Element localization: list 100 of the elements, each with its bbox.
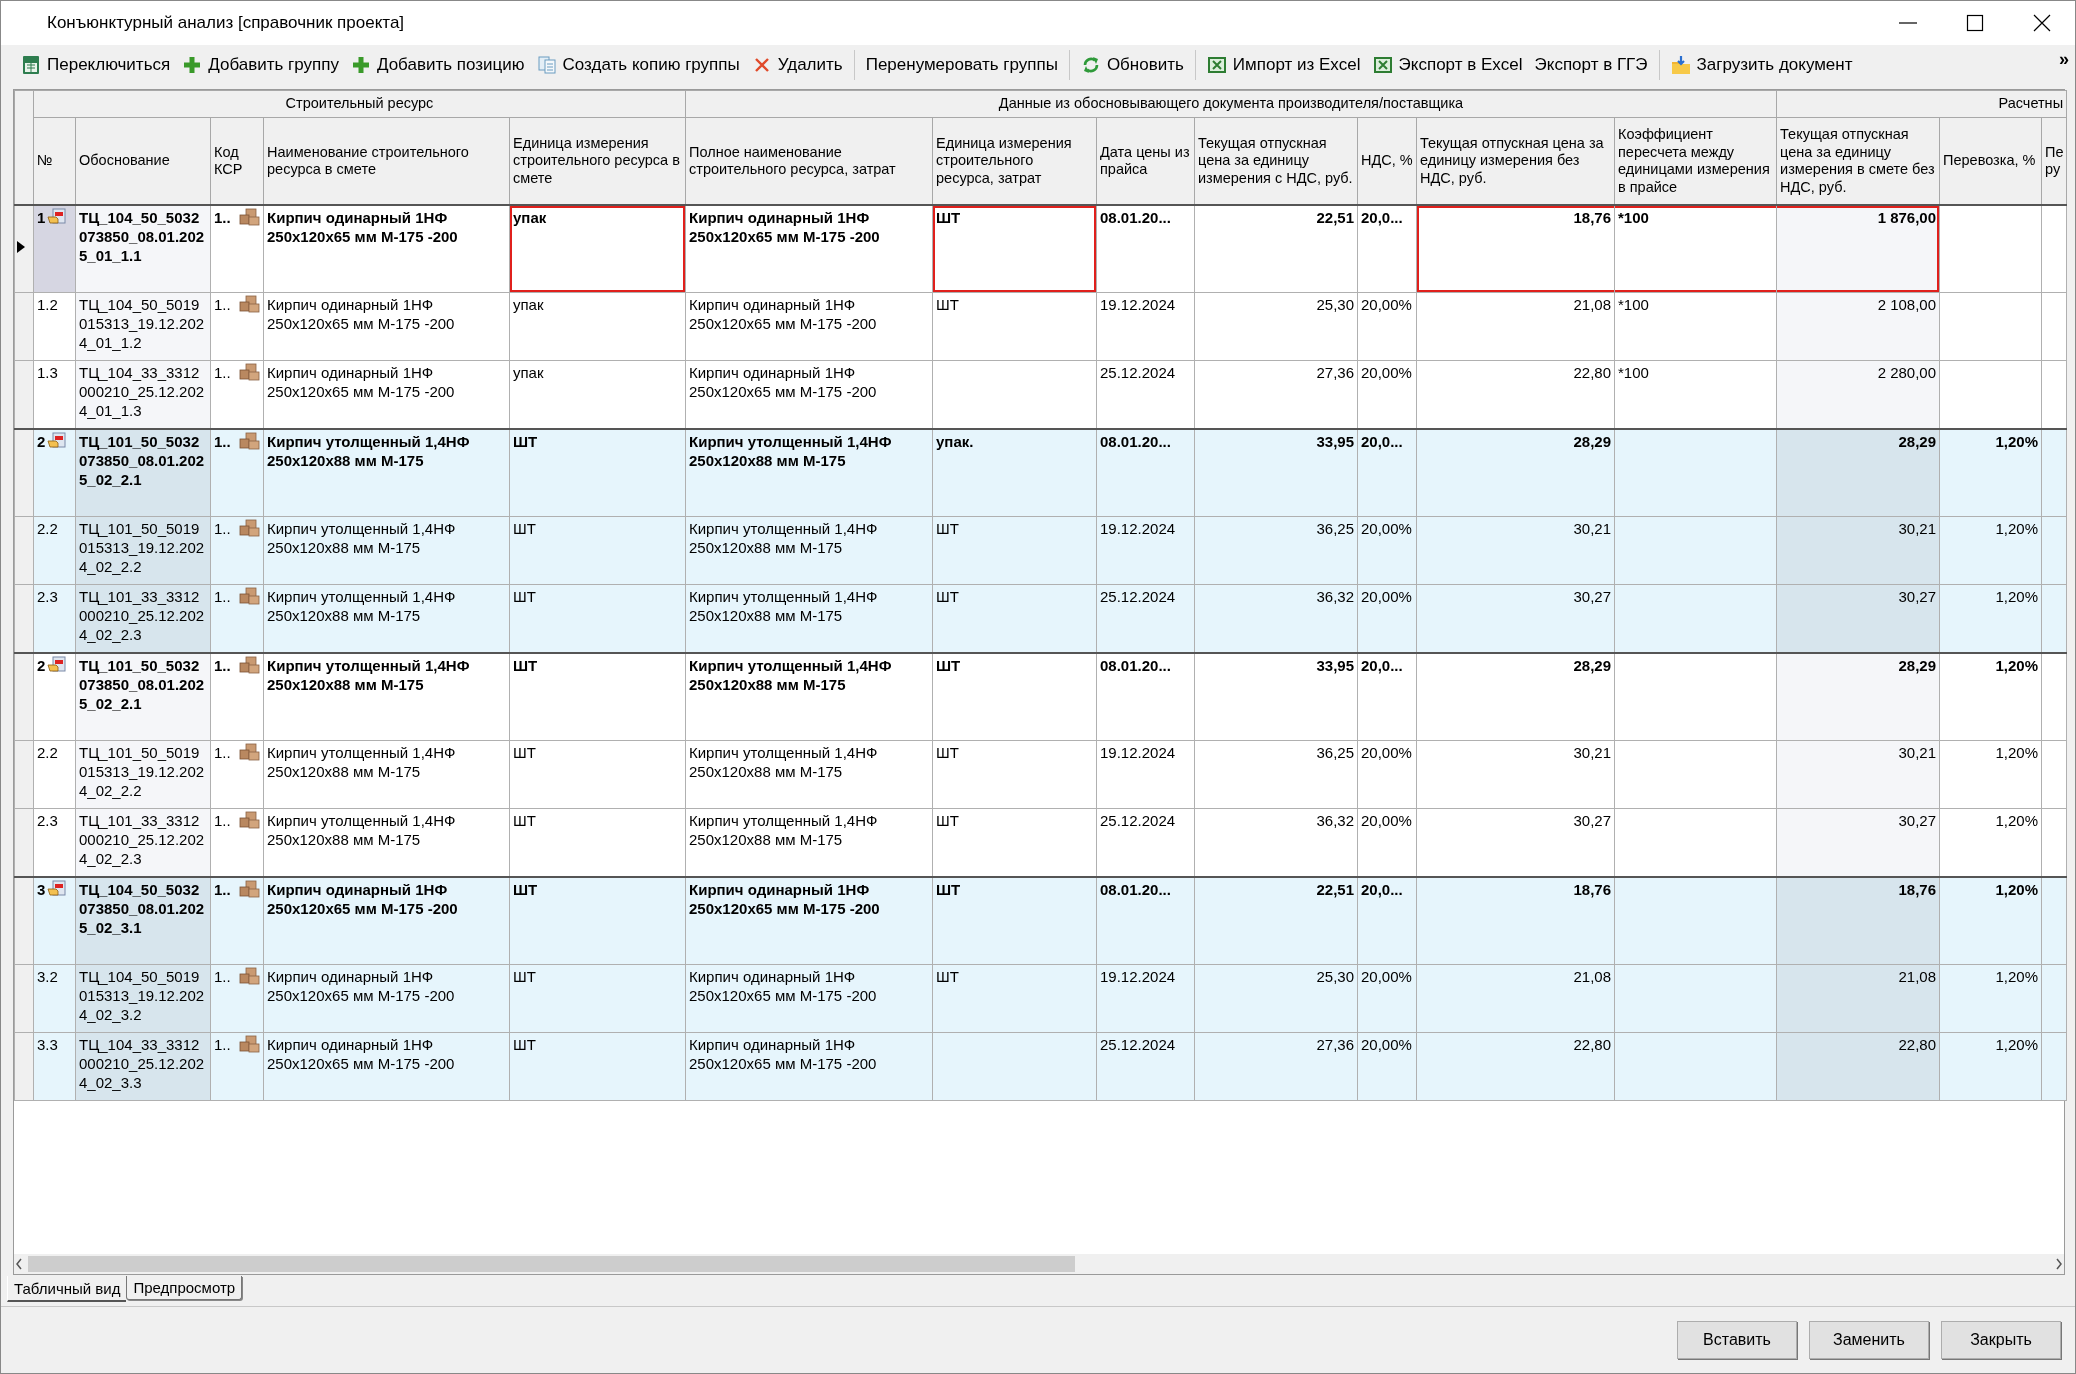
window-title: Конъюнктурный анализ [справочник проекта] (47, 13, 406, 33)
table-cell: 36,25 (1194, 740, 1358, 809)
column-header[interactable]: Код КСР (210, 117, 264, 205)
cell-text: 2 (37, 432, 46, 451)
view-tab[interactable]: Табличный вид (7, 1276, 127, 1302)
cell-text: 1 (37, 208, 46, 227)
table-row[interactable]: 1.3 ТЦ_104_33_3312000210_25.12.2024_01_1.3 1.. Кирпич одинарный 1НФ 250x120x65 мм М-175 -200 упак Кирпич одинарный 1НФ 250x120x65 мм М-175 -200 25.12.2024 27,36 20,00% 22,80 *100 2 280,00 (14, 360, 2067, 429)
boxes-icon (239, 519, 260, 537)
table-row[interactable]: 2.2 ТЦ_101_50_5019015313_19.12.2024_02_2.2 1.. Кирпич утолщенный 1,4НФ 250x120x88 мм М-175 ШТ Кирпич утолщенный 1,4НФ 250x120x88 мм М-175 ШТ 19.12.2024 36,25 20,00% 30,21 30,21 1,20% (14, 740, 2067, 809)
table-cell: 27,36 (1194, 1032, 1358, 1101)
toolbar-button[interactable]: Экспорт в ГГЭ (1528, 49, 1654, 81)
table-cell: Кирпич одинарный 1НФ 250x120x65 мм М-175 -200 (685, 964, 933, 1033)
table-cell: 2 108,00 (1776, 292, 1940, 361)
minimize-icon (1898, 22, 1917, 24)
toolbar-button[interactable]: Импорт из Excel (1200, 49, 1367, 81)
table-cell: 19.12.2024 (1096, 740, 1195, 809)
column-header[interactable]: Текущая отпускная цена за единицу измерения без НДС, руб. (1416, 117, 1615, 205)
table-row[interactable]: 2.2 ТЦ_101_50_5019015313_19.12.2024_02_2.2 1.. Кирпич утолщенный 1,4НФ 250x120x88 мм М-175 ШТ Кирпич утолщенный 1,4НФ 250x120x88 мм М-175 ШТ 19.12.2024 36,25 20,00% 30,21 30,21 1,20% (14, 516, 2067, 585)
scrollbar-thumb[interactable] (28, 1256, 1075, 1272)
table-row[interactable]: 2 ТЦ_101_50_5032073850_08.01.2025_02_2.1 1.. Кирпич утолщенный 1,4НФ 250x120x88 мм М-175 ШТ Кирпич утолщенный 1,4НФ 250x120x88 мм М-175 упак. 08.01.20... 33,95 20,0... 28,29 28,29 1,20% (14, 429, 2067, 517)
column-header[interactable]: Перевозка, % (1939, 117, 2042, 205)
column-header[interactable]: НДС, % (1357, 117, 1417, 205)
column-header[interactable]: Коэффициент пересчета между единицами измерения в прайсе (1614, 117, 1777, 205)
column-header[interactable]: Текущая отпускная цена за единицу измерения с НДС, руб. (1194, 117, 1358, 205)
column-header[interactable]: Пе ру (2041, 117, 2067, 205)
column-header[interactable]: Единица измерения строительного ресурса в смете (509, 117, 686, 205)
close-icon (2032, 14, 2051, 32)
table-row[interactable]: 2.3 ТЦ_101_33_3312000210_25.12.2024_02_2.3 1.. Кирпич утолщенный 1,4НФ 250x120x88 мм М-175 ШТ Кирпич утолщенный 1,4НФ 250x120x88 мм М-175 ШТ 25.12.2024 36,32 20,00% 30,27 30,27 1,20% (14, 584, 2067, 653)
table-row[interactable]: 1.2 ТЦ_104_50_5019015313_19.12.2024_01_1.2 1.. Кирпич одинарный 1НФ 250x120x65 мм М-175 -200 упак Кирпич одинарный 1НФ 250x120x65 мм М-175 -200 ШТ 19.12.2024 25,30 20,00% 21,08 *100 2 108,00 (14, 292, 2067, 361)
dialog-button[interactable]: Вставить (1677, 1321, 1797, 1359)
table-cell: ТЦ_101_33_3312000210_25.12.2024_02_2.3 (75, 808, 211, 877)
view-tab[interactable]: Предпросмотр (126, 1276, 243, 1300)
table-row[interactable]: 3.3 ТЦ_104_33_3312000210_25.12.2024_02_3.3 1.. Кирпич одинарный 1НФ 250x120x65 мм М-175 -200 ШТ Кирпич одинарный 1НФ 250x120x65 мм М-175 -200 25.12.2024 27,36 20,00% 22,80 22,80 1,20% (14, 1032, 2067, 1101)
table-cell: 1,20% (1939, 1032, 2042, 1101)
cell-text: 1.. (214, 880, 231, 899)
toolbar-button[interactable]: Удалить (745, 49, 849, 81)
toolbar-button[interactable]: Обновить (1074, 49, 1190, 81)
table-cell: ШТ (509, 516, 686, 585)
table-row[interactable]: 1 ТЦ_104_50_5032073850_08.01.2025_01_1.1 1.. Кирпич одинарный 1НФ 250x120x65 мм М-175 -200 упак Кирпич одинарный 1НФ 250x120x65 мм М-175 -200 ШТ 08.01.20... 22,51 20,0... 18,76 *100 1 876,00 (14, 205, 2067, 293)
table-row[interactable]: 2.3 ТЦ_101_33_3312000210_25.12.2024_02_2.3 1.. Кирпич утолщенный 1,4НФ 250x120x88 мм М-175 ШТ Кирпич утолщенный 1,4НФ 250x120x88 мм М-175 ШТ 25.12.2024 36,32 20,00% 30,27 30,27 1,20% (14, 808, 2067, 877)
toolbar-button[interactable]: Загрузить документ (1664, 49, 1859, 81)
column-header[interactable]: Обоснование (75, 117, 211, 205)
boxes-icon (239, 208, 260, 226)
table-row[interactable]: 2 ТЦ_101_50_5032073850_08.01.2025_02_2.1 1.. Кирпич утолщенный 1,4НФ 250x120x88 мм М-175 ШТ Кирпич утолщенный 1,4НФ 250x120x88 мм М-175 ШТ 08.01.20... 33,95 20,0... 28,29 28,29 1,20% (14, 653, 2067, 741)
column-header[interactable]: Полное наименование строительного ресурса, затрат (685, 117, 933, 205)
boxes-icon (239, 656, 260, 674)
sheet-icon (21, 55, 41, 75)
column-header[interactable]: № (33, 117, 76, 205)
table-cell: 28,29 (1776, 653, 1940, 741)
overflow-chevron[interactable]: » (2059, 49, 2069, 70)
table-cell: ТЦ_101_50_5019015313_19.12.2024_02_2.2 (75, 740, 211, 809)
cell-text: 3 (37, 880, 46, 899)
column-header[interactable]: Единица измерения строительного ресурса, затрат (932, 117, 1097, 205)
table-cell: Кирпич одинарный 1НФ 250x120x65 мм М-175 -200 (685, 1032, 933, 1101)
table-cell: 1 876,00 (1776, 205, 1940, 293)
cell-text: 1.. (214, 295, 231, 314)
row-header[interactable] (14, 205, 34, 293)
table-cell: ТЦ_104_50_5019015313_19.12.2024_02_3.2 (75, 964, 211, 1033)
table-cell: *100 (1614, 292, 1777, 361)
cell-text: 1.. (214, 519, 231, 538)
dialog-button[interactable]: Закрыть (1941, 1321, 2061, 1359)
table-cell: Кирпич утолщенный 1,4НФ 250x120x88 мм М-175 (263, 740, 510, 809)
boxes-icon (239, 587, 260, 605)
table-cell (2041, 964, 2067, 1033)
column-header[interactable]: Наименование строительного ресурса в смете (263, 117, 510, 205)
table-cell: 22,80 (1416, 1032, 1615, 1101)
table-cell: ШТ (932, 516, 1097, 585)
table-cell: 21,08 (1776, 964, 1940, 1033)
table-cell: 1,20% (1939, 964, 2042, 1033)
cell-text: 1.. (214, 363, 231, 382)
column-header[interactable]: Текущая отпускная цена за единицу измерения в смете без НДС, руб. (1776, 117, 1940, 205)
toolbar-button[interactable]: Перенумеровать группы (859, 49, 1064, 81)
column-header[interactable]: Дата цены из прайса (1096, 117, 1195, 205)
toolbar-button[interactable]: Добавить группу (176, 49, 345, 81)
table-cell: Кирпич утолщенный 1,4НФ 250x120x88 мм М-175 (685, 516, 933, 585)
toolbar-button[interactable]: Добавить позицию (344, 49, 531, 81)
table-cell: 1,20% (1939, 740, 2042, 809)
table-cell: 30,21 (1776, 740, 1940, 809)
hand-card-icon (47, 656, 67, 673)
hand-card-icon (47, 208, 67, 225)
table-cell: ШТ (932, 740, 1097, 809)
table-cell: ТЦ_101_50_5032073850_08.01.2025_02_2.1 (75, 653, 211, 741)
cell-text: 1.. (214, 656, 231, 675)
cell-text: 1.. (214, 811, 231, 830)
table-cell: 30,21 (1416, 740, 1615, 809)
boxes-icon (239, 1035, 260, 1053)
horizontal-scrollbar[interactable] (14, 1254, 2064, 1274)
table-cell: 19.12.2024 (1096, 516, 1195, 585)
table-cell: Кирпич утолщенный 1,4НФ 250x120x88 мм М-175 (685, 740, 933, 809)
dialog-button[interactable]: Заменить (1809, 1321, 1929, 1359)
row-pointer-icon (15, 239, 27, 255)
table-cell: 20,00% (1357, 1032, 1417, 1101)
toolbar-button[interactable]: Экспорт в Excel (1366, 49, 1529, 81)
toolbar-button[interactable]: Переключиться (15, 49, 177, 81)
toolbar-button[interactable]: Создать копию группы (530, 49, 746, 81)
table-row[interactable]: 3.2 ТЦ_104_50_5019015313_19.12.2024_02_3.2 1.. Кирпич одинарный 1НФ 250x120x65 мм М-175 -200 ШТ Кирпич одинарный 1НФ 250x120x65 мм М-175 -200 ШТ 19.12.2024 25,30 20,00% 21,08 21,08 1,20% (14, 964, 2067, 1033)
table-cell: 3.2 (33, 964, 76, 1033)
table-cell: ТЦ_101_33_3312000210_25.12.2024_02_2.3 (75, 584, 211, 653)
table-cell (2041, 516, 2067, 585)
table-row[interactable]: 3 ТЦ_104_50_5032073850_08.01.2025_02_3.1 1.. Кирпич одинарный 1НФ 250x120x65 мм М-175 -200 ШТ Кирпич одинарный 1НФ 250x120x65 мм М-175 -200 ШТ 08.01.20... 22,51 20,0... 18,76 18,76 1,20% (14, 877, 2067, 965)
